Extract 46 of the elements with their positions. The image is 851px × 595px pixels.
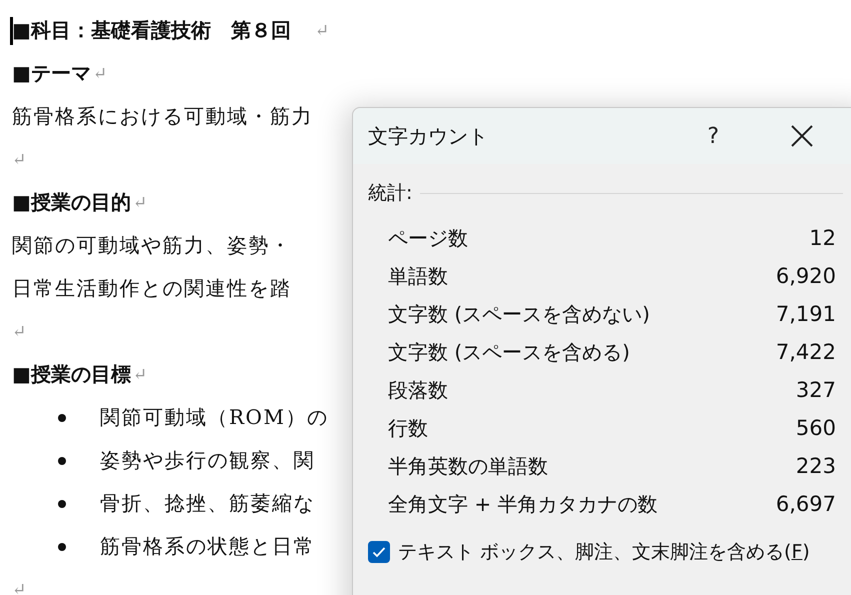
stat-label: ページ数 (388, 224, 468, 252)
stat-value: 223 (796, 454, 836, 478)
stat-value: 6,697 (776, 492, 836, 516)
document-text: 筋骨格系における可動域・筋力 (12, 103, 313, 130)
stat-label: 行数 (388, 414, 428, 442)
document-text: ■科目：基礎看護技術 第８回 (12, 17, 291, 44)
document-text: ■授業の目的 (12, 189, 131, 216)
close-icon (791, 125, 813, 147)
stat-value: 327 (796, 378, 836, 402)
stat-label: 文字数 (スペースを含める) (388, 338, 630, 366)
checkmark-icon (372, 546, 386, 558)
document-text: ■授業の目標 (12, 361, 131, 388)
stat-value: 6,920 (776, 264, 836, 288)
stat-value: 12 (809, 226, 836, 250)
stat-value: 560 (796, 416, 836, 440)
document-text: 日常生活動作との関連性を踏 (12, 275, 292, 302)
stat-label: 全角文字 + 半角カタカナの数 (388, 490, 658, 518)
document-text: 姿勢や歩行の観察、関 (100, 447, 315, 474)
section-title: 統計: (368, 181, 412, 206)
stat-label: 単語数 (388, 262, 448, 290)
bullet-icon (58, 542, 66, 550)
stat-label: 文字数 (スペースを含めない) (388, 300, 650, 328)
paragraph-mark: ↵ (12, 150, 26, 170)
document-text: 関節可動域（ROM）の (100, 404, 328, 431)
paragraph-mark: ↵ (92, 64, 108, 84)
bullet-icon (58, 414, 66, 422)
stat-value: 7,191 (776, 302, 836, 326)
paragraph-mark: ↵ (12, 580, 26, 595)
paragraph-mark: ↵ (132, 364, 148, 384)
checkbox-label[interactable]: テキスト ボックス、脚注、文末脚注を含める(F) (398, 539, 810, 565)
stat-label: 半角英数の単語数 (388, 452, 548, 480)
paragraph-mark: ↵ (12, 322, 26, 342)
document-text: 関節の可動域や筋力、姿勢・ (12, 232, 292, 259)
checkbox[interactable] (368, 541, 390, 563)
document-text: 筋骨格系の状態と日常 (100, 533, 315, 560)
stat-label: 段落数 (388, 376, 448, 404)
paragraph-mark: ↵ (132, 192, 148, 212)
text-cursor (10, 17, 13, 45)
paragraph-mark: ↵ (314, 20, 330, 40)
window-title: 文字カウント (368, 122, 489, 150)
stat-value: 7,422 (776, 340, 836, 364)
bullet-icon (58, 456, 66, 464)
document-text: 骨折、捻挫、筋萎縮な (100, 490, 315, 517)
bullet-icon (58, 500, 66, 508)
help-button[interactable]: ? (707, 124, 719, 148)
document-text: ■テーマ (12, 60, 91, 87)
